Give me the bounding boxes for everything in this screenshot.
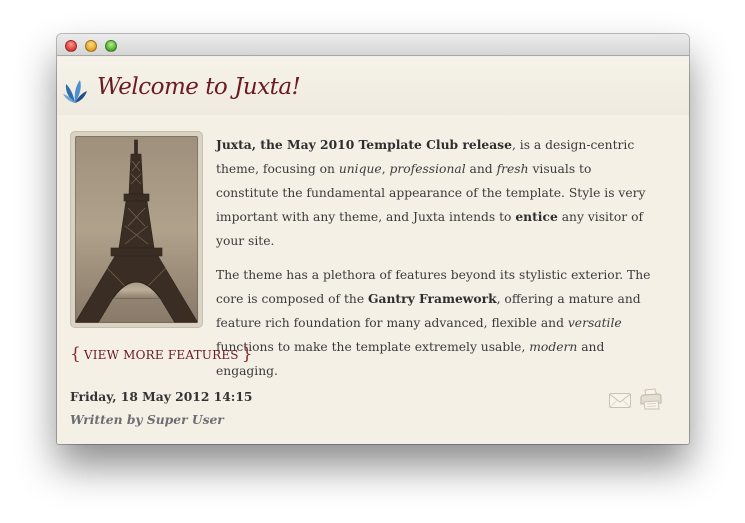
page-content: Welcome to Juxta! Juxta, the May 2010 Te… [57,57,689,444]
print-icon[interactable] [639,388,663,410]
juxta-leaf-logo-icon [63,80,87,103]
eiffel-tower-photo [75,136,198,323]
view-more-label: VIEW MORE FEATURES [83,348,239,362]
email-icon[interactable] [609,393,631,408]
window-titlebar [57,34,689,56]
page-title: Welcome to Juxta! [97,74,301,100]
article-image-frame [70,131,203,328]
article-paragraph-2: The theme has a plethora of features bey… [216,268,651,378]
close-brace: } [241,344,253,364]
article-author: Written by Super User [70,412,224,427]
browser-window: Welcome to Juxta! Juxta, the May 2010 Te… [57,34,689,444]
article-paragraph-1: Juxta, the May 2010 Template Club releas… [216,137,646,248]
article-date: Friday, 18 May 2012 14:15 [70,389,253,404]
minimize-window-button[interactable] [85,40,97,52]
close-window-button[interactable] [65,40,77,52]
open-brace: { [70,344,81,364]
article-body: Juxta, the May 2010 Template Club releas… [216,133,656,393]
zoom-window-button[interactable] [105,40,117,52]
view-more-features-link[interactable]: {VIEW MORE FEATURES} [70,344,253,364]
